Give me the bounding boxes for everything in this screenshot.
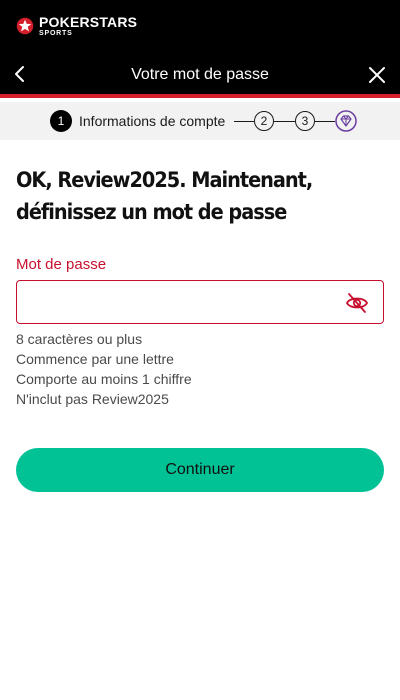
brand-sub: SPORTS bbox=[39, 30, 73, 37]
back-button[interactable] bbox=[8, 62, 32, 86]
password-rules: 8 caractères ou plus Commence par une le… bbox=[16, 329, 192, 409]
page-heading: OK, Review2025. Maintenant, définissez u… bbox=[16, 168, 313, 224]
step-2-indicator: 2 bbox=[254, 111, 274, 131]
password-label: Mot de passe bbox=[16, 256, 107, 273]
password-rule: N'inclut pas Review2025 bbox=[16, 391, 169, 407]
close-button[interactable] bbox=[366, 64, 388, 86]
step-1-label: Informations de compte bbox=[79, 113, 226, 129]
toggle-visibility-button[interactable] bbox=[345, 292, 369, 314]
password-rule: 8 caractères ou plus bbox=[16, 331, 143, 347]
close-icon bbox=[369, 67, 385, 83]
star-icon bbox=[16, 17, 34, 35]
brand-name: POKERSTARS bbox=[39, 14, 138, 30]
step-connector bbox=[315, 121, 335, 122]
chevron-left-icon bbox=[15, 66, 24, 82]
page-title: Votre mot de passe bbox=[131, 66, 269, 83]
step-3-indicator: 3 bbox=[295, 111, 315, 131]
step-connector bbox=[234, 121, 254, 122]
step-1-indicator: 1 bbox=[50, 110, 72, 132]
password-rule: Commence par une lettre bbox=[16, 351, 174, 367]
header-bar: Votre mot de passe bbox=[0, 52, 400, 98]
password-field[interactable] bbox=[16, 280, 384, 324]
progress-stepper: 1 Informations de compte 2 3 bbox=[0, 102, 400, 140]
top-bar: POKERSTARS SPORTS bbox=[0, 0, 400, 52]
continue-button[interactable]: Continuer bbox=[16, 448, 384, 492]
password-rule: Comporte au moins 1 chiffre bbox=[16, 371, 192, 387]
brand-logo[interactable]: POKERSTARS SPORTS bbox=[16, 15, 137, 37]
step-connector bbox=[274, 121, 295, 122]
diamond-icon bbox=[335, 110, 357, 132]
eye-off-icon bbox=[345, 293, 369, 313]
password-input[interactable] bbox=[27, 289, 337, 315]
